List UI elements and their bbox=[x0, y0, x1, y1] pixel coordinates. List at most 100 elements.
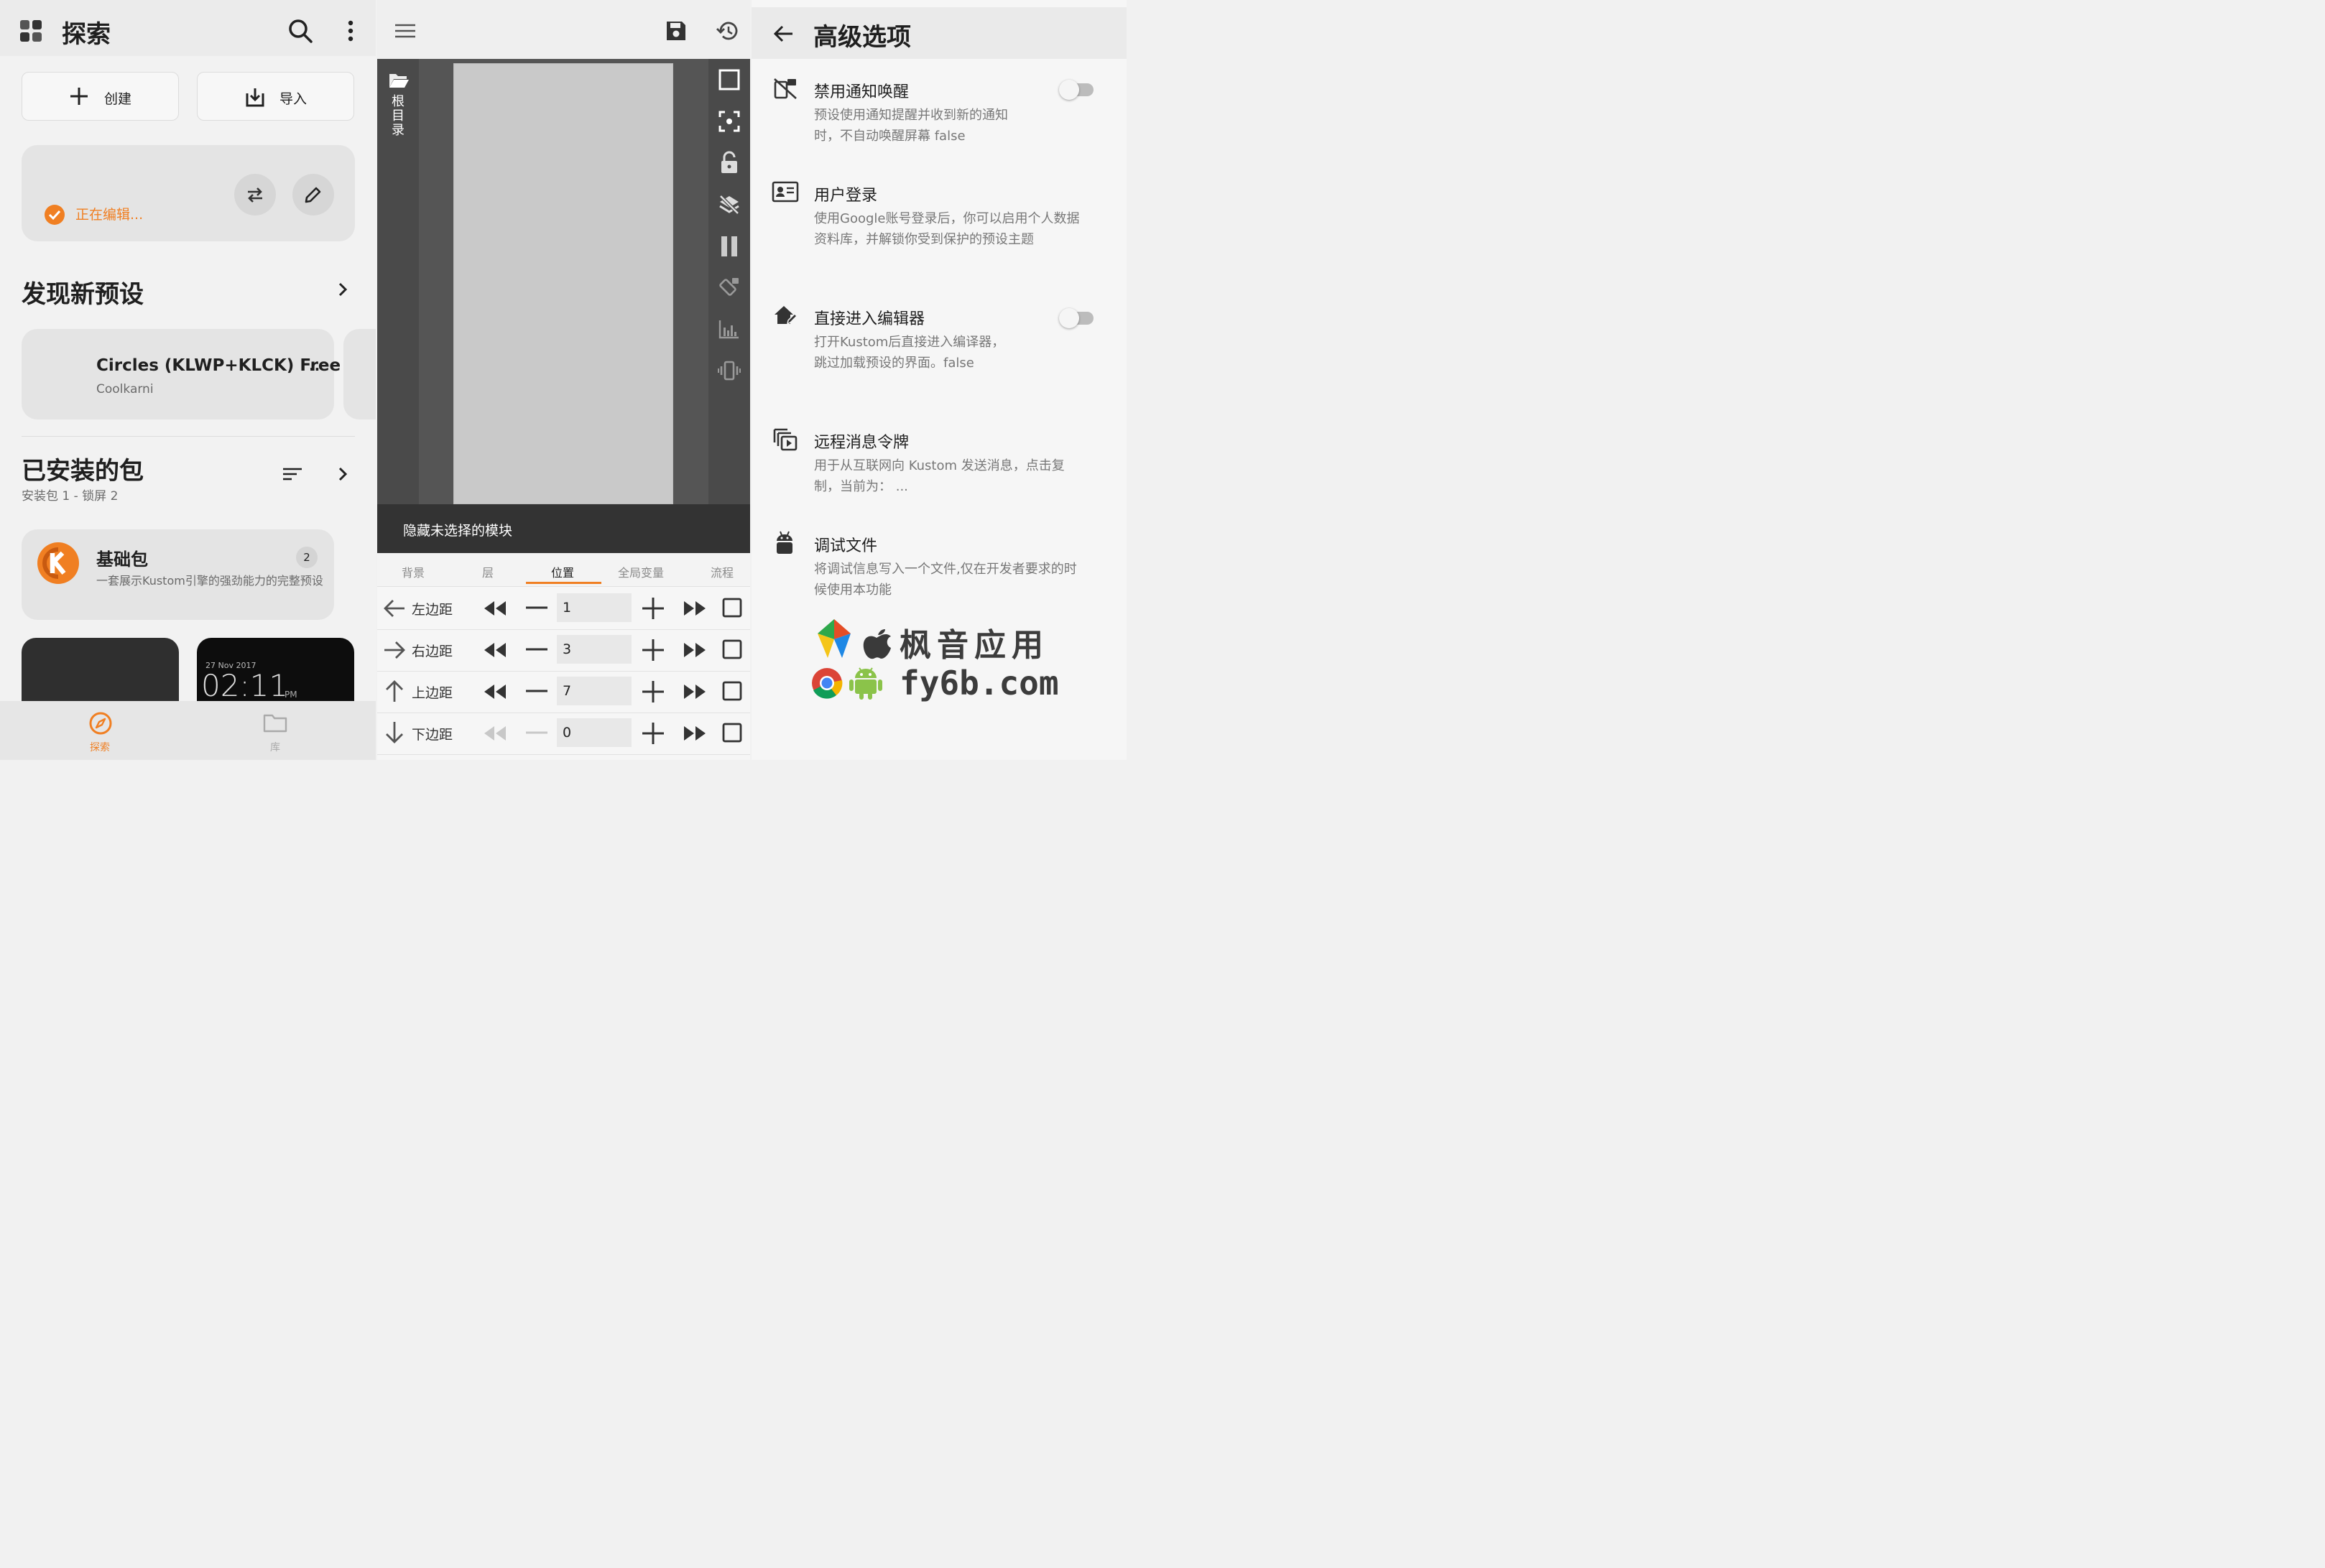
pause-icon[interactable] bbox=[720, 236, 739, 257]
fast-forward-icon[interactable] bbox=[683, 600, 706, 616]
sort-icon[interactable] bbox=[282, 467, 302, 481]
windows-logo-icon bbox=[818, 619, 851, 658]
margin-row-top: 上边距 7 bbox=[377, 671, 750, 713]
swap-button[interactable] bbox=[234, 174, 276, 215]
nav-explore[interactable]: 探索 bbox=[72, 701, 129, 760]
minus-icon[interactable] bbox=[525, 645, 548, 654]
tab-layer[interactable]: 层 bbox=[482, 563, 494, 580]
option-user-login[interactable]: 用户登录 使用Google账号登录后，你可以启用个人数据资料库，并解锁你受到保护… bbox=[752, 172, 1127, 273]
fast-forward-icon[interactable] bbox=[683, 725, 706, 741]
hide-unselected-label: 隐藏未选择的模块 bbox=[403, 523, 513, 539]
plus-icon[interactable] bbox=[642, 722, 665, 745]
preset-card-next[interactable] bbox=[343, 329, 376, 419]
margin-label: 左边距 bbox=[412, 602, 453, 618]
focus-icon[interactable] bbox=[718, 111, 740, 132]
margin-value[interactable]: 3 bbox=[557, 635, 632, 664]
menu-icon[interactable] bbox=[395, 23, 415, 39]
fast-rewind-icon[interactable] bbox=[484, 684, 507, 700]
hide-unselected-bar[interactable]: 隐藏未选择的模块 bbox=[377, 504, 750, 553]
fast-rewind-icon[interactable] bbox=[484, 725, 507, 741]
minus-icon[interactable] bbox=[525, 603, 548, 612]
history-icon[interactable] bbox=[716, 20, 739, 42]
tab-background[interactable]: 背景 bbox=[402, 563, 425, 580]
arrow-right-icon bbox=[384, 641, 405, 659]
back-arrow-icon[interactable] bbox=[773, 24, 793, 43]
bottom-nav: 探索 库 bbox=[0, 701, 376, 760]
option-remote-token[interactable]: 远程消息令牌 用于从互联网向 Kustom 发送消息，点击复制，当前为： ... bbox=[752, 419, 1127, 506]
margin-value[interactable]: 0 bbox=[557, 718, 632, 747]
preview-canvas[interactable] bbox=[453, 63, 673, 504]
lock-icon[interactable] bbox=[720, 151, 739, 174]
margin-label: 下边距 bbox=[412, 727, 453, 743]
save-icon[interactable] bbox=[665, 20, 687, 42]
layers-off-icon[interactable] bbox=[718, 194, 740, 215]
minus-icon[interactable] bbox=[525, 728, 548, 737]
minus-icon[interactable] bbox=[525, 687, 548, 695]
chevron-right-icon[interactable] bbox=[338, 282, 348, 297]
search-icon[interactable] bbox=[287, 18, 313, 44]
nav-library-label: 库 bbox=[270, 742, 280, 753]
square-select-icon[interactable] bbox=[718, 69, 740, 91]
toggle-switch[interactable] bbox=[1059, 308, 1094, 328]
plus-icon[interactable] bbox=[642, 639, 665, 662]
bar-chart-icon[interactable] bbox=[718, 319, 740, 339]
option-debug-file[interactable]: 调试文件 将调试信息写入一个文件,仅在开发者要求的时候使用本功能 bbox=[752, 523, 1127, 609]
import-button[interactable]: 导入 bbox=[197, 72, 354, 121]
watermark-cn: 枫音应用 bbox=[900, 627, 1049, 664]
installed-subtitle: 安装包 1 - 锁屏 2 bbox=[22, 489, 119, 504]
plus-icon[interactable] bbox=[642, 597, 665, 620]
edit-button[interactable] bbox=[292, 174, 334, 215]
margin-value[interactable]: 7 bbox=[557, 677, 632, 705]
chevron-right-icon[interactable] bbox=[338, 466, 348, 482]
option-direct-editor[interactable]: 直接进入编辑器 打开Kustom后直接进入编译器，跳过加载预设的界面。false bbox=[752, 296, 1127, 396]
margin-row-bottom: 下边距 0 bbox=[377, 713, 750, 755]
tab-flows[interactable]: 流程 bbox=[711, 563, 734, 580]
fast-rewind-icon[interactable] bbox=[484, 600, 507, 616]
plus-icon[interactable] bbox=[642, 680, 665, 703]
chrome-logo-icon bbox=[812, 668, 843, 699]
checkbox-icon[interactable] bbox=[722, 681, 742, 701]
fast-rewind-icon[interactable] bbox=[484, 642, 507, 658]
vibration-icon[interactable] bbox=[718, 361, 741, 381]
pack-card[interactable]: 基础包 2 一套展示Kustom引擎的强劲能力的完整预设 bbox=[22, 529, 334, 620]
more-vert-icon[interactable] bbox=[346, 20, 355, 42]
option-title: 调试文件 bbox=[814, 537, 878, 555]
checkbox-icon[interactable] bbox=[722, 723, 742, 743]
create-button[interactable]: 创建 bbox=[22, 72, 179, 121]
fast-forward-icon[interactable] bbox=[683, 684, 706, 700]
import-label: 导入 bbox=[279, 91, 308, 107]
preset-card[interactable]: Circles (KLWP+KLCK) Free ·· Coolkarni bbox=[22, 329, 341, 419]
margin-label: 上边距 bbox=[412, 685, 453, 701]
dashboard-icon[interactable] bbox=[20, 20, 43, 43]
nav-library[interactable]: 库 bbox=[247, 701, 305, 760]
android-icon bbox=[777, 531, 792, 554]
download-icon bbox=[246, 88, 264, 107]
left-rail: 根目录 bbox=[377, 59, 419, 504]
root-directory-label[interactable]: 根目录 bbox=[390, 95, 406, 138]
watermark: 枫音应用 fy6b.com bbox=[810, 618, 1059, 704]
editor-canvas-area: 根目录 bbox=[377, 59, 750, 504]
clock-ampm: PM bbox=[285, 690, 297, 700]
fast-forward-icon[interactable] bbox=[683, 642, 706, 658]
compass-icon bbox=[89, 712, 112, 735]
margin-value[interactable]: 1 bbox=[557, 593, 632, 622]
folder-icon bbox=[263, 714, 287, 733]
checkbox-icon[interactable] bbox=[722, 598, 742, 618]
option-description: 用于从互联网向 Kustom 发送消息，点击复制，当前为： ... bbox=[814, 458, 1065, 494]
screen-rotation-lock-icon[interactable] bbox=[718, 276, 740, 297]
installed-title: 已安装的包 bbox=[22, 457, 144, 486]
editing-status: 正在编辑... bbox=[75, 207, 144, 223]
ellipsis-icon: ·· bbox=[309, 361, 320, 378]
option-disable-notification-wakeup[interactable]: 禁用通知唤醒 预设使用通知提醒并收到新的通知时，不自动唤醒屏幕 false bbox=[752, 69, 1127, 155]
editor-panel: 根目录 隐藏未选择的模块 背景 层 位置 全局变量 流程 左边距 1 右边距 3… bbox=[377, 0, 750, 760]
checkbox-icon[interactable] bbox=[722, 639, 742, 659]
page-title: 高级选项 bbox=[813, 23, 911, 52]
create-label: 创建 bbox=[104, 91, 132, 107]
tab-position[interactable]: 位置 bbox=[551, 563, 574, 580]
kustom-logo-icon bbox=[37, 542, 79, 584]
margin-row-left: 左边距 1 bbox=[377, 588, 750, 630]
folder-open-icon[interactable] bbox=[388, 72, 410, 89]
explore-app-bar: 探索 bbox=[0, 0, 376, 56]
tab-globals[interactable]: 全局变量 bbox=[618, 563, 664, 580]
toggle-switch[interactable] bbox=[1059, 80, 1094, 100]
